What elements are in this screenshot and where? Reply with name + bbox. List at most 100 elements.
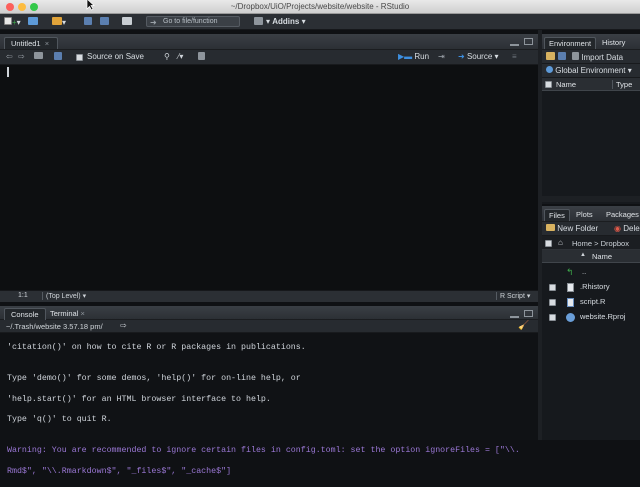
file-name[interactable]: script.R <box>580 294 605 310</box>
environment-scope-bar: Global Environment ▾ <box>542 64 640 78</box>
file-name[interactable]: website.Rproj <box>580 309 625 325</box>
scope-selector[interactable]: (Top Level) ▾ <box>42 292 86 300</box>
console-path-bar: ~/.Trash/website 3.57.18 pm/ ⇨ 🧹 <box>0 320 538 333</box>
global-env-label: Global Environment <box>555 66 626 75</box>
rerun-icon[interactable]: ⇥ <box>438 52 445 62</box>
source-button[interactable]: ➜ Source ▾ <box>458 52 499 62</box>
file-row-rproj[interactable]: website.Rproj <box>542 309 639 325</box>
console-line: 'help.start()' for an HTML browser inter… <box>7 394 271 404</box>
breadcrumb-path[interactable]: Home > Dropbox <box>572 239 629 248</box>
open-file-icon[interactable]: ▾ <box>52 17 66 27</box>
save-workspace-icon[interactable] <box>558 52 566 62</box>
tab-packages[interactable]: Packages <box>602 209 640 221</box>
source-on-save-label: Source on Save <box>87 52 144 61</box>
new-folder-button[interactable]: New Folder <box>546 224 598 234</box>
environment-tab-label: Environment <box>549 39 592 48</box>
close-window-button[interactable] <box>6 3 14 11</box>
source-status-bar: 1:1 (Top Level) ▾ R Script ▾ <box>0 290 538 302</box>
save-all-icon[interactable] <box>100 17 109 27</box>
goto-file-placeholder: Go to file/function <box>163 18 218 25</box>
file-checkbox[interactable] <box>549 299 556 306</box>
goto-file-input[interactable]: Go to file/function <box>146 16 240 27</box>
files-column-header: ▲ Name <box>542 250 640 263</box>
outline-icon[interactable]: ≡ <box>512 52 517 62</box>
search-icon[interactable]: ⚲ <box>164 52 170 62</box>
files-toolbar: New Folder ◉ Dele <box>542 222 640 236</box>
wand-icon[interactable]: ⁄▾ <box>178 52 183 62</box>
file-checkbox[interactable] <box>549 284 556 291</box>
files-breadcrumb: ⌂ Home > Dropbox <box>542 236 640 250</box>
new-file-icon[interactable]: +▾ <box>4 17 21 27</box>
goto-arrow-icon: ➜ <box>150 18 157 27</box>
source-on-save-checkbox[interactable] <box>76 54 83 61</box>
addins-menu[interactable]: ▾ Addins ▾ <box>266 17 306 27</box>
file-row-script[interactable]: script.R <box>542 294 639 310</box>
select-all-checkbox[interactable] <box>545 81 552 88</box>
minimize-console-icon[interactable] <box>510 311 519 318</box>
new-project-icon[interactable] <box>28 17 38 27</box>
window-titlebar: ~/Dropbox/UiO/Projects/website/website -… <box>0 0 640 14</box>
tab-environment[interactable]: Environment <box>544 37 597 49</box>
window-controls <box>6 3 42 13</box>
source-pane-header: Untitled1 × <box>0 34 538 50</box>
file-name[interactable]: .. <box>582 264 586 280</box>
compile-report-icon[interactable] <box>198 52 205 62</box>
clear-console-icon[interactable]: 🧹 <box>518 320 529 331</box>
save-icon[interactable] <box>84 17 92 27</box>
tab-files[interactable]: Files <box>544 209 570 221</box>
import-dataset-button[interactable]: Import Data <box>572 52 623 62</box>
file-type-selector[interactable]: R Script ▾ <box>496 292 530 300</box>
global-env-selector[interactable]: Global Environment ▾ <box>546 66 632 76</box>
maximize-console-icon[interactable] <box>524 310 533 317</box>
files-select-all-checkbox[interactable] <box>545 240 552 247</box>
parent-dir-icon: ↰ <box>566 267 574 277</box>
home-icon[interactable]: ⌂ <box>558 238 563 247</box>
console-line: Type 'demo()' for some demos, 'help()' f… <box>7 374 301 384</box>
print-icon[interactable] <box>122 17 132 27</box>
env-name-column[interactable]: Name <box>556 80 576 89</box>
save-doc-icon[interactable] <box>54 52 62 62</box>
packages-tab-label: Packages <box>606 210 639 219</box>
tab-console[interactable]: Console <box>4 308 46 320</box>
maximize-pane-icon[interactable] <box>524 38 533 45</box>
run-button[interactable]: ▶▬ Run <box>398 52 429 62</box>
sort-ascending-icon[interactable]: ▲ <box>580 252 586 258</box>
right-splitter[interactable] <box>542 196 640 202</box>
terminal-tab-label: Terminal <box>50 309 79 318</box>
file-row-parent[interactable]: ↰ .. <box>542 264 639 280</box>
breadcrumb-dropbox[interactable]: Dropbox <box>601 239 629 248</box>
tab-terminal[interactable]: Terminal × <box>44 308 91 320</box>
file-row-rhistory[interactable]: .Rhistory <box>542 279 639 295</box>
forward-icon[interactable]: ⇨ <box>18 52 25 62</box>
files-name-column[interactable]: Name <box>592 252 612 261</box>
tab-history[interactable]: History <box>598 37 629 49</box>
console-line: Type 'q()' to quit R. <box>7 415 112 425</box>
rproj-file-icon <box>566 313 575 322</box>
code-editor[interactable] <box>0 65 538 290</box>
env-type-column[interactable]: Type <box>612 80 632 89</box>
breadcrumb-home[interactable]: Home <box>572 239 592 248</box>
cursor-position: 1:1 <box>18 292 28 299</box>
console-output[interactable]: 'citation()' on how to cite R or R packa… <box>0 333 538 476</box>
delete-button[interactable]: ◉ Dele <box>614 224 640 234</box>
files-list: ↰ .. .Rhistory script.R website.Rproj <box>542 264 640 328</box>
text-cursor <box>7 67 9 77</box>
show-in-window-icon[interactable] <box>34 52 43 62</box>
file-checkbox[interactable] <box>549 314 556 321</box>
source-toolbar: ⇦ ⇨ Source on Save ⚲ ⁄▾ ▶▬ Run ⇥ ➜ Sourc… <box>0 50 538 65</box>
untitled-tab-label: Untitled1 <box>11 39 41 48</box>
console-working-dir[interactable]: ~/.Trash/website 3.57.18 pm/ <box>6 322 103 331</box>
minimize-window-button[interactable] <box>18 3 26 11</box>
file-name[interactable]: .Rhistory <box>580 279 610 295</box>
zoom-window-button[interactable] <box>30 3 38 11</box>
minimize-pane-icon[interactable] <box>510 39 519 46</box>
pane-layout-icon[interactable] <box>254 17 263 27</box>
tab-plots[interactable]: Plots <box>572 209 597 221</box>
back-icon[interactable]: ⇦ <box>6 52 13 62</box>
close-terminal-icon[interactable]: × <box>80 309 84 318</box>
tab-untitled1[interactable]: Untitled1 × <box>4 37 58 49</box>
close-tab-icon[interactable]: × <box>45 39 49 48</box>
window-title: ~/Dropbox/UiO/Projects/website/website -… <box>230 2 410 11</box>
load-workspace-icon[interactable] <box>546 52 555 62</box>
goto-dir-icon[interactable]: ⇨ <box>120 321 127 330</box>
